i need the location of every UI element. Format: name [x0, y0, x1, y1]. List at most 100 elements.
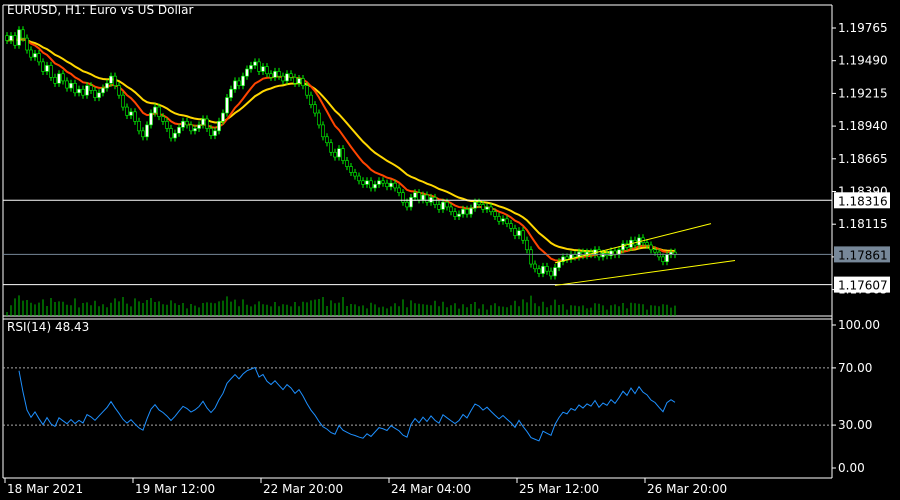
- trendline: [554, 223, 712, 264]
- candle: [237, 77, 241, 90]
- candle: [65, 77, 69, 92]
- candle-body: [269, 73, 273, 78]
- candle-body: [305, 85, 309, 96]
- candle: [213, 127, 217, 140]
- candle-body: [349, 166, 353, 173]
- candle: [597, 246, 601, 261]
- time-tick-label: 22 Mar 20:00: [263, 482, 343, 496]
- candle-body: [397, 187, 401, 193]
- candle-body: [117, 85, 121, 96]
- candle: [37, 49, 41, 66]
- rsi-tick-label: 30.00: [838, 418, 872, 432]
- candle-body: [381, 180, 385, 184]
- ma-fast-line: [6, 37, 676, 262]
- candle: [489, 203, 493, 216]
- candle-body: [533, 263, 537, 270]
- candle-body: [417, 192, 421, 201]
- candle-body: [525, 239, 529, 251]
- candle-body: [25, 37, 29, 51]
- candle-body: [145, 124, 149, 138]
- candle-body: [485, 206, 489, 210]
- candle: [97, 89, 101, 102]
- candle-body: [293, 77, 297, 84]
- candle-body: [153, 106, 157, 114]
- candle-body: [353, 172, 357, 177]
- candle-body: [325, 136, 329, 144]
- candle: [49, 61, 53, 81]
- candle-body: [541, 266, 545, 274]
- candle-body: [501, 218, 505, 222]
- candle-body: [141, 130, 145, 138]
- candle: [137, 117, 141, 135]
- candle: [469, 204, 473, 218]
- candle: [33, 49, 37, 61]
- candle-body: [73, 82, 77, 94]
- chart-canvas[interactable]: 1.19765 1.19490 1.19215 1.18940 1.18665 1.183…: [0, 0, 900, 500]
- candle: [297, 74, 301, 87]
- candle: [233, 77, 237, 93]
- candle-body: [621, 243, 625, 251]
- candle: [121, 91, 125, 111]
- candle: [93, 86, 97, 102]
- candle: [389, 179, 393, 191]
- candle: [329, 139, 333, 156]
- candle-body: [509, 223, 513, 229]
- candle-body: [649, 244, 653, 251]
- candle-body: [553, 267, 557, 277]
- candle: [397, 184, 401, 197]
- candle-body: [157, 106, 161, 117]
- candle: [365, 177, 369, 188]
- rsi-title: RSI(14) 48.43: [7, 320, 90, 334]
- candle: [373, 180, 377, 192]
- candle: [229, 85, 233, 102]
- candle: [537, 265, 541, 278]
- candle-body: [133, 111, 137, 122]
- candle-body: [661, 256, 665, 262]
- candle: [525, 236, 529, 254]
- candle: [189, 121, 193, 135]
- candle-body: [537, 268, 541, 274]
- price-tick-label: 1.19490: [838, 54, 888, 68]
- candle: [13, 32, 17, 49]
- candle: [313, 101, 317, 117]
- candle: [665, 250, 669, 266]
- time-tick-label: 26 Mar 20:00: [647, 482, 727, 496]
- candle-body: [121, 94, 125, 108]
- candle-body: [285, 73, 289, 82]
- candle-body: [393, 182, 397, 189]
- price-tick-label: 1.19215: [838, 86, 888, 100]
- candle-body: [489, 206, 493, 213]
- candle-body: [389, 182, 393, 188]
- candle-body: [257, 61, 261, 72]
- candle: [81, 85, 85, 99]
- candle-body: [333, 151, 337, 158]
- candle: [53, 73, 57, 87]
- candle-body: [469, 207, 473, 215]
- candle: [453, 208, 457, 221]
- candle: [285, 70, 289, 85]
- candle-body: [17, 29, 21, 46]
- candle: [245, 65, 249, 80]
- candle-body: [109, 75, 113, 84]
- candle: [401, 189, 405, 206]
- candle: [185, 117, 189, 129]
- candle: [385, 179, 389, 191]
- candle-body: [385, 182, 389, 188]
- candle: [129, 108, 133, 119]
- candle: [69, 79, 73, 92]
- candle: [513, 224, 517, 240]
- candle: [249, 61, 253, 73]
- candle-body: [597, 249, 601, 258]
- candle: [317, 109, 321, 129]
- candle-body: [277, 71, 281, 77]
- candle-body: [249, 65, 253, 70]
- candle-body: [437, 204, 441, 210]
- candle: [517, 227, 521, 240]
- candle-body: [405, 201, 409, 208]
- candle: [505, 215, 509, 228]
- candle-body: [517, 230, 521, 236]
- time-tick-label: 18 Mar 2021: [7, 482, 83, 496]
- candle-body: [213, 130, 217, 136]
- candle: [417, 189, 421, 204]
- candle: [309, 91, 313, 109]
